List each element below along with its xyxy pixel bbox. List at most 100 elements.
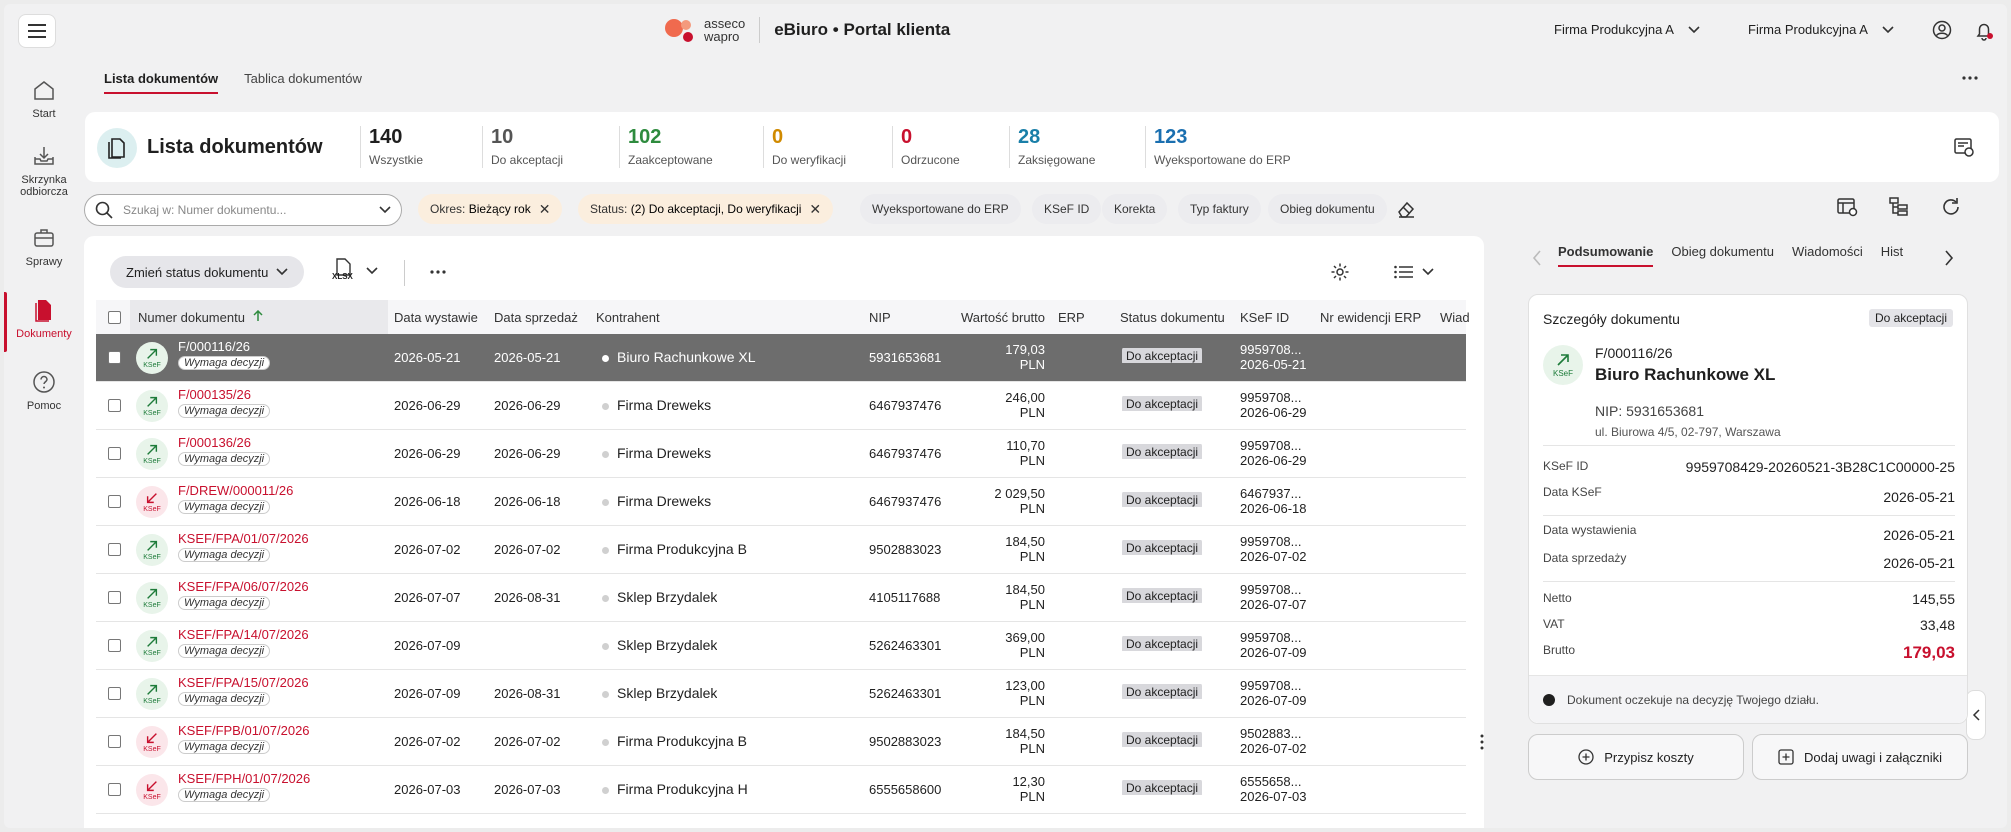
- row-checkbox[interactable]: [108, 447, 121, 460]
- table-more-button[interactable]: [430, 270, 446, 274]
- stat-booked[interactable]: 28 Zaksięgowane: [1009, 126, 1095, 168]
- table-row[interactable]: KSeF KSEF/FPA/15/07/2026 Wymaga decyzji 202…: [96, 670, 1466, 718]
- sidebar-item-inbox[interactable]: Skrzynka odbiorcza: [4, 144, 84, 198]
- contractor-cell: Sklep Brzydalek: [602, 637, 717, 653]
- currency: PLN: [1019, 741, 1045, 756]
- row-checkbox[interactable]: [108, 351, 121, 364]
- row-checkbox[interactable]: [108, 399, 121, 412]
- more-options-button[interactable]: [1962, 76, 1978, 80]
- table-row[interactable]: KSeF KSEF/FPA/14/07/2026 Wymaga decyzji 202…: [96, 622, 1466, 670]
- user-account-button[interactable]: [1932, 20, 1952, 40]
- row-checkbox[interactable]: [108, 687, 121, 700]
- column-header-contractor[interactable]: Kontrahent: [596, 310, 846, 325]
- detail-tabs-next-button[interactable]: [1944, 250, 1954, 266]
- column-header-erp-record-number[interactable]: Nr ewidencji ERP: [1320, 310, 1434, 325]
- column-header-gross-value[interactable]: Wartość brutto: [955, 310, 1045, 325]
- status-cell: Do akceptacji: [1122, 444, 1203, 459]
- row-checkbox[interactable]: [108, 783, 121, 796]
- document-number-cell: F/000135/26 Wymaga decyzji: [178, 387, 271, 418]
- panel-resize-handle[interactable]: [1480, 734, 1484, 750]
- table-row[interactable]: KSeF F/DREW/000011/26 Wymaga decyzji 2026-0…: [96, 478, 1466, 526]
- document-number-link[interactable]: KSEF/FPA/14/07/2026: [178, 627, 309, 642]
- filter-chip-workflow[interactable]: Obieg dokumentu: [1268, 194, 1387, 224]
- filter-chip-period[interactable]: Okres: Bieżący rok ✕: [418, 194, 563, 224]
- hamburger-menu-button[interactable]: [18, 14, 56, 48]
- row-checkbox[interactable]: [108, 495, 121, 508]
- notifications-button[interactable]: [1974, 20, 1996, 42]
- view-mode-select[interactable]: [1394, 264, 1434, 280]
- row-checkbox[interactable]: [108, 543, 121, 556]
- sidebar-item-cases[interactable]: Sprawy: [4, 226, 84, 268]
- ksef-id-cell: 6555658... 2026-07-03: [1240, 774, 1307, 804]
- row-checkbox[interactable]: [108, 591, 121, 604]
- stat-all[interactable]: 140 Wszystkie: [360, 126, 423, 168]
- document-number-link[interactable]: F/000136/26: [178, 435, 270, 450]
- field-key: KSeF ID: [1543, 459, 1589, 473]
- table-row[interactable]: KSeF KSEF/FPB/01/07/2026 Wymaga decyzji 202…: [96, 718, 1466, 766]
- column-settings-button[interactable]: [1836, 196, 1858, 218]
- stat-accepted[interactable]: 102 Zaakceptowane: [619, 126, 713, 168]
- company-select-2[interactable]: Firma Produkcyjna A: [1748, 22, 1894, 37]
- column-header-document-number[interactable]: Numer dokumentu: [130, 300, 388, 334]
- table-row[interactable]: KSeF KSEF/FPA/01/07/2026 Wymaga decyzji 202…: [96, 526, 1466, 574]
- table-row[interactable]: KSeF F/000116/26 Wymaga decyzji 2026-05-21 2…: [96, 334, 1466, 382]
- close-icon[interactable]: ✕: [809, 201, 821, 218]
- export-xlsx-button[interactable]: XLSX: [332, 258, 378, 284]
- column-header-ksef-id[interactable]: KSeF ID: [1240, 310, 1310, 325]
- stat-exported-erp[interactable]: 123 Wyeksportowane do ERP: [1145, 126, 1291, 168]
- document-number-link[interactable]: KSEF/FPA/15/07/2026: [178, 675, 309, 690]
- tab-document-list[interactable]: Lista dokumentów: [104, 71, 219, 94]
- filter-chip-invoice-type[interactable]: Typ faktury: [1178, 194, 1261, 224]
- column-header-erp[interactable]: ERP: [1058, 310, 1098, 325]
- assign-costs-button[interactable]: Przypisz koszty: [1528, 734, 1744, 780]
- column-header-issue-date[interactable]: Data wystawie: [394, 310, 488, 325]
- column-header-messages[interactable]: Wiad: [1440, 310, 1470, 325]
- stat-to-verify[interactable]: 0 Do weryfikacji: [763, 126, 846, 168]
- detail-tabs-prev-button[interactable]: [1532, 250, 1542, 266]
- document-number-link[interactable]: KSEF/FPA/01/07/2026: [178, 531, 309, 546]
- filter-chip-ksef-id[interactable]: KSeF ID: [1032, 194, 1102, 224]
- row-checkbox[interactable]: [108, 639, 121, 652]
- document-number-link[interactable]: KSEF/FPA/06/07/2026: [178, 579, 309, 594]
- tab-summary[interactable]: Podsumowanie: [1558, 244, 1654, 267]
- sidebar-item-documents[interactable]: Dokumenty: [4, 292, 84, 352]
- row-checkbox[interactable]: [108, 735, 121, 748]
- change-status-button[interactable]: Zmień status dokumentu: [110, 256, 305, 288]
- tree-view-button[interactable]: [1888, 196, 1910, 218]
- sidebar-item-start[interactable]: Start: [4, 78, 84, 120]
- tab-workflow[interactable]: Obieg dokumentu: [1671, 244, 1774, 267]
- document-number-link[interactable]: KSEF/FPH/01/07/2026: [178, 771, 310, 786]
- stat-to-accept[interactable]: 10 Do akceptacji: [482, 126, 563, 168]
- collapse-panel-button[interactable]: [1966, 690, 1986, 740]
- sidebar-item-help[interactable]: Pomoc: [4, 370, 84, 412]
- document-number-link[interactable]: F/000116/26: [178, 339, 270, 354]
- document-number-link[interactable]: F/DREW/000011/26: [178, 483, 293, 498]
- sale-date-cell: 2026-08-31: [494, 686, 561, 701]
- stat-rejected[interactable]: 0 Odrzucone: [892, 126, 960, 168]
- close-icon[interactable]: ✕: [539, 201, 551, 218]
- document-number-link[interactable]: F/000135/26: [178, 387, 270, 402]
- company-select-1[interactable]: Firma Produkcyjna A: [1554, 22, 1700, 37]
- field-sale-date: Data sprzedaży 2026-05-21: [1543, 551, 1955, 571]
- select-all-checkbox[interactable]: [108, 311, 121, 324]
- column-header-sale-date[interactable]: Data sprzedaż: [494, 310, 588, 325]
- tab-document-board[interactable]: Tablica dokumentów: [244, 71, 362, 94]
- search-input[interactable]: Szukaj w: Numer dokumentu...: [84, 194, 402, 226]
- filter-chip-correction[interactable]: Korekta: [1102, 194, 1168, 224]
- table-row[interactable]: KSeF KSEF/FPH/01/07/2026 Wymaga decyzji 202…: [96, 766, 1466, 814]
- tab-messages[interactable]: Wiadomości: [1792, 244, 1863, 267]
- filter-chip-erp[interactable]: Wyeksportowane do ERP: [860, 194, 1021, 224]
- add-notes-button[interactable]: Dodaj uwagi i załączniki: [1752, 734, 1968, 780]
- table-row[interactable]: KSeF KSEF/FPA/06/07/2026 Wymaga decyzji 202…: [96, 574, 1466, 622]
- filter-chip-status[interactable]: Status: (2) Do akceptacji, Do weryfikacj…: [578, 194, 834, 224]
- column-header-nip[interactable]: NIP: [869, 310, 949, 325]
- document-number-link[interactable]: KSEF/FPB/01/07/2026: [178, 723, 310, 738]
- table-row[interactable]: KSeF F/000136/26 Wymaga decyzji 2026-06-29 2…: [96, 430, 1466, 478]
- refresh-button[interactable]: [1940, 196, 1962, 218]
- clear-filters-button[interactable]: [1396, 200, 1416, 218]
- table-settings-button[interactable]: [1330, 262, 1350, 282]
- export-report-button[interactable]: [1953, 136, 1975, 158]
- column-header-status[interactable]: Status dokumentu: [1120, 310, 1230, 325]
- table-row[interactable]: KSeF F/000135/26 Wymaga decyzji 2026-06-29 2…: [96, 382, 1466, 430]
- tab-history[interactable]: Hist: [1881, 244, 1903, 267]
